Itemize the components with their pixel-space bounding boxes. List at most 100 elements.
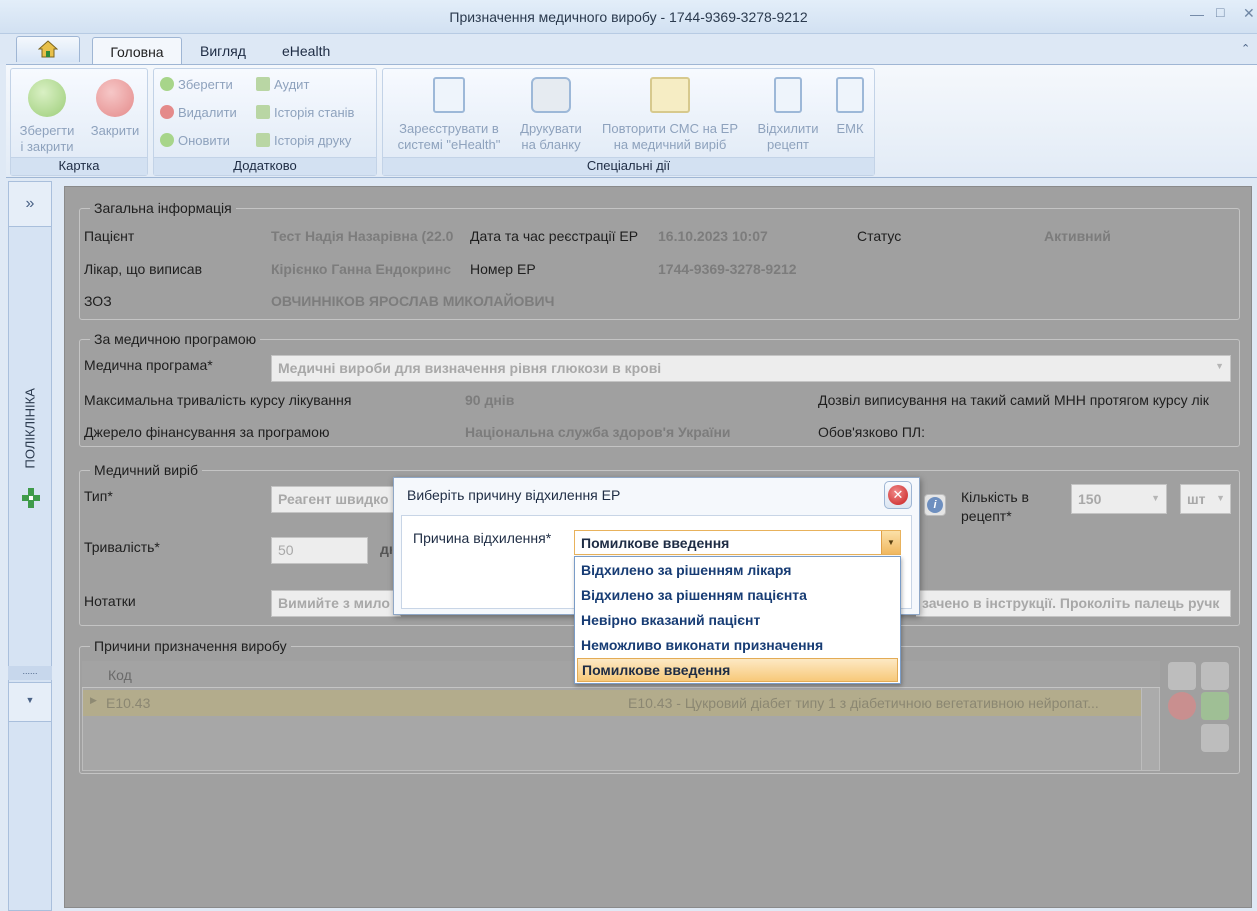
- type-label: Тип*: [84, 488, 113, 504]
- delete-button[interactable]: Видалити: [160, 105, 237, 120]
- zoz-value: ОВЧИННІКОВ ЯРОСЛАВ МИКОЛАЙОВИЧ: [271, 293, 555, 309]
- dialog-close-button[interactable]: ✕: [884, 481, 912, 509]
- dialog-title: Виберіть причину відхилення ЕР: [407, 487, 621, 503]
- envelope-icon: [650, 77, 690, 113]
- delete-icon: [160, 105, 174, 119]
- save-button[interactable]: Зберегти: [160, 77, 233, 92]
- row-indicator-icon: ▶: [90, 695, 97, 705]
- resend-sms-button[interactable]: Повторити СМС на ЕР на медичний виріб: [591, 77, 749, 153]
- reason-option[interactable]: Відхилено за рішенням пацієнта: [577, 584, 898, 608]
- home-tab[interactable]: [16, 36, 80, 62]
- unit-select[interactable]: шт ▼: [1180, 484, 1231, 514]
- minimize-icon[interactable]: —: [1190, 6, 1204, 22]
- tab-ehealth[interactable]: eHealth: [282, 43, 330, 59]
- column-code[interactable]: Код: [108, 667, 132, 683]
- state-history-label: Історія станів: [274, 105, 355, 120]
- close-icon[interactable]: ✕: [1243, 5, 1255, 22]
- add-reason-icon[interactable]: [1168, 662, 1196, 690]
- flag-icon[interactable]: [1201, 724, 1229, 752]
- check-icon: [28, 79, 66, 117]
- emk-button[interactable]: ЕМК: [827, 77, 873, 137]
- number-label: Номер ЕР: [470, 261, 536, 277]
- delete-label: Видалити: [178, 105, 237, 120]
- clinic-icon[interactable]: [20, 486, 42, 510]
- maximize-icon[interactable]: □: [1216, 4, 1224, 20]
- permit-label: Дозвіл виписування на такий самий МНН пр…: [818, 392, 1209, 408]
- pl-label: Обов'язково ПЛ:: [818, 424, 925, 440]
- duration-unit: дн: [380, 541, 392, 557]
- audit-button[interactable]: Аудит: [256, 77, 309, 92]
- duration-input[interactable]: 50: [271, 537, 368, 564]
- reason-dropdown-list: Відхилено за рішенням лікаря Відхилено з…: [574, 556, 901, 684]
- printer-icon: [531, 77, 571, 113]
- close-label: Закрити: [90, 123, 140, 138]
- reason-option[interactable]: Невірно вказаний пацієнт: [577, 609, 898, 633]
- quantity-label: Кількість в рецепт*: [961, 489, 1029, 524]
- edit-icon[interactable]: [1201, 692, 1229, 720]
- home-icon: [38, 40, 58, 58]
- print-history-icon: [256, 133, 270, 147]
- reject-prescription-button[interactable]: Відхилити рецепт: [749, 77, 827, 153]
- remove-reason-icon[interactable]: [1168, 692, 1196, 720]
- state-history-button[interactable]: Історія станів: [256, 105, 354, 120]
- doctor-value: Кірієнко Ганна Ендокринс: [271, 261, 452, 277]
- print-history-button[interactable]: Історія друку: [256, 133, 351, 148]
- tools-icon[interactable]: [1201, 662, 1229, 690]
- sidebar-label[interactable]: ПОЛІКЛІНІКА: [23, 388, 38, 468]
- register-document-icon: [433, 77, 465, 113]
- sidebar-dropdown-icon[interactable]: ▼: [8, 682, 52, 722]
- info-button[interactable]: i: [924, 494, 946, 516]
- print-history-label: Історія друку: [274, 133, 352, 148]
- print-form-button[interactable]: Друкувати на бланку: [511, 77, 591, 153]
- notes-input[interactable]: Вимийте з мило: [271, 590, 401, 617]
- refresh-button[interactable]: Оновити: [160, 133, 230, 148]
- quantity-select[interactable]: 150 ▼: [1071, 484, 1167, 514]
- status-label: Статус: [857, 228, 902, 244]
- reason-option[interactable]: Відхилено за рішенням лікаря: [577, 559, 898, 583]
- audit-label: Аудит: [274, 77, 310, 92]
- cancel-icon: [96, 79, 134, 117]
- save-close-label: Зберегти і закрити: [19, 123, 75, 154]
- grid-scrollbar[interactable]: [1141, 688, 1159, 770]
- print-label: Друкувати на бланку: [520, 121, 582, 152]
- register-ehealth-button[interactable]: Зареєструвати в системі "eHealth": [387, 77, 511, 153]
- audit-icon: [256, 77, 270, 91]
- registration-value: 16.10.2023 10:07: [658, 228, 768, 244]
- reason-option-selected[interactable]: Помилкове введення: [577, 658, 898, 682]
- ribbon-tab-row: [0, 34, 1257, 64]
- reason-option[interactable]: Неможливо виконати призначення: [577, 634, 898, 658]
- source-value: Національна служба здоров'я України: [465, 424, 731, 440]
- source-label: Джерело фінансування за програмою: [84, 424, 330, 440]
- unit-value: шт: [1187, 491, 1206, 507]
- close-icon: ✕: [888, 485, 908, 505]
- general-info-legend: Загальна інформація: [90, 200, 236, 216]
- program-legend: За медичною програмою: [90, 331, 261, 347]
- sidebar-expand-button[interactable]: »: [8, 181, 52, 227]
- chevron-down-icon: ▼: [1151, 493, 1160, 503]
- notes-label: Нотатки: [84, 593, 136, 609]
- program-select[interactable]: Медичні вироби для визначення рівня глюк…: [271, 355, 1231, 382]
- reject-label: Відхилити рецепт: [757, 121, 819, 152]
- notes-input-continuation[interactable]: зачено в інструкції. Проколіть палець ру…: [916, 590, 1231, 617]
- type-input[interactable]: Реагент швидко: [271, 486, 401, 513]
- tab-view[interactable]: Вигляд: [200, 43, 246, 59]
- reason-label: Причина відхилення*: [413, 530, 552, 546]
- group-extra-label: Додатково: [154, 157, 376, 175]
- window-title: Призначення медичного виробу - 1744-9369…: [449, 9, 808, 25]
- chevron-down-icon[interactable]: ▼: [881, 531, 900, 554]
- save-close-button[interactable]: Зберегти і закрити: [15, 79, 79, 155]
- row-code: E10.43: [106, 695, 151, 711]
- refresh-icon: [160, 133, 174, 147]
- close-button[interactable]: Закрити: [85, 79, 145, 139]
- reason-selected-value: Помилкове введення: [581, 535, 730, 551]
- chevron-up-icon[interactable]: ⌃: [1241, 42, 1250, 55]
- program-select-value: Медичні вироби для визначення рівня глюк…: [278, 360, 662, 376]
- device-legend: Медичний виріб: [90, 462, 203, 478]
- duration-field-label: Тривалість*: [84, 539, 160, 555]
- refresh-label: Оновити: [178, 133, 230, 148]
- tab-main[interactable]: Головна: [92, 37, 182, 65]
- group-special: Зареєструвати в системі "eHealth" Друкув…: [382, 68, 875, 176]
- sidebar-dots[interactable]: ......: [8, 666, 52, 680]
- group-card: Зберегти і закрити Закрити Картка: [10, 68, 148, 176]
- reason-select[interactable]: Помилкове введення: [574, 530, 901, 555]
